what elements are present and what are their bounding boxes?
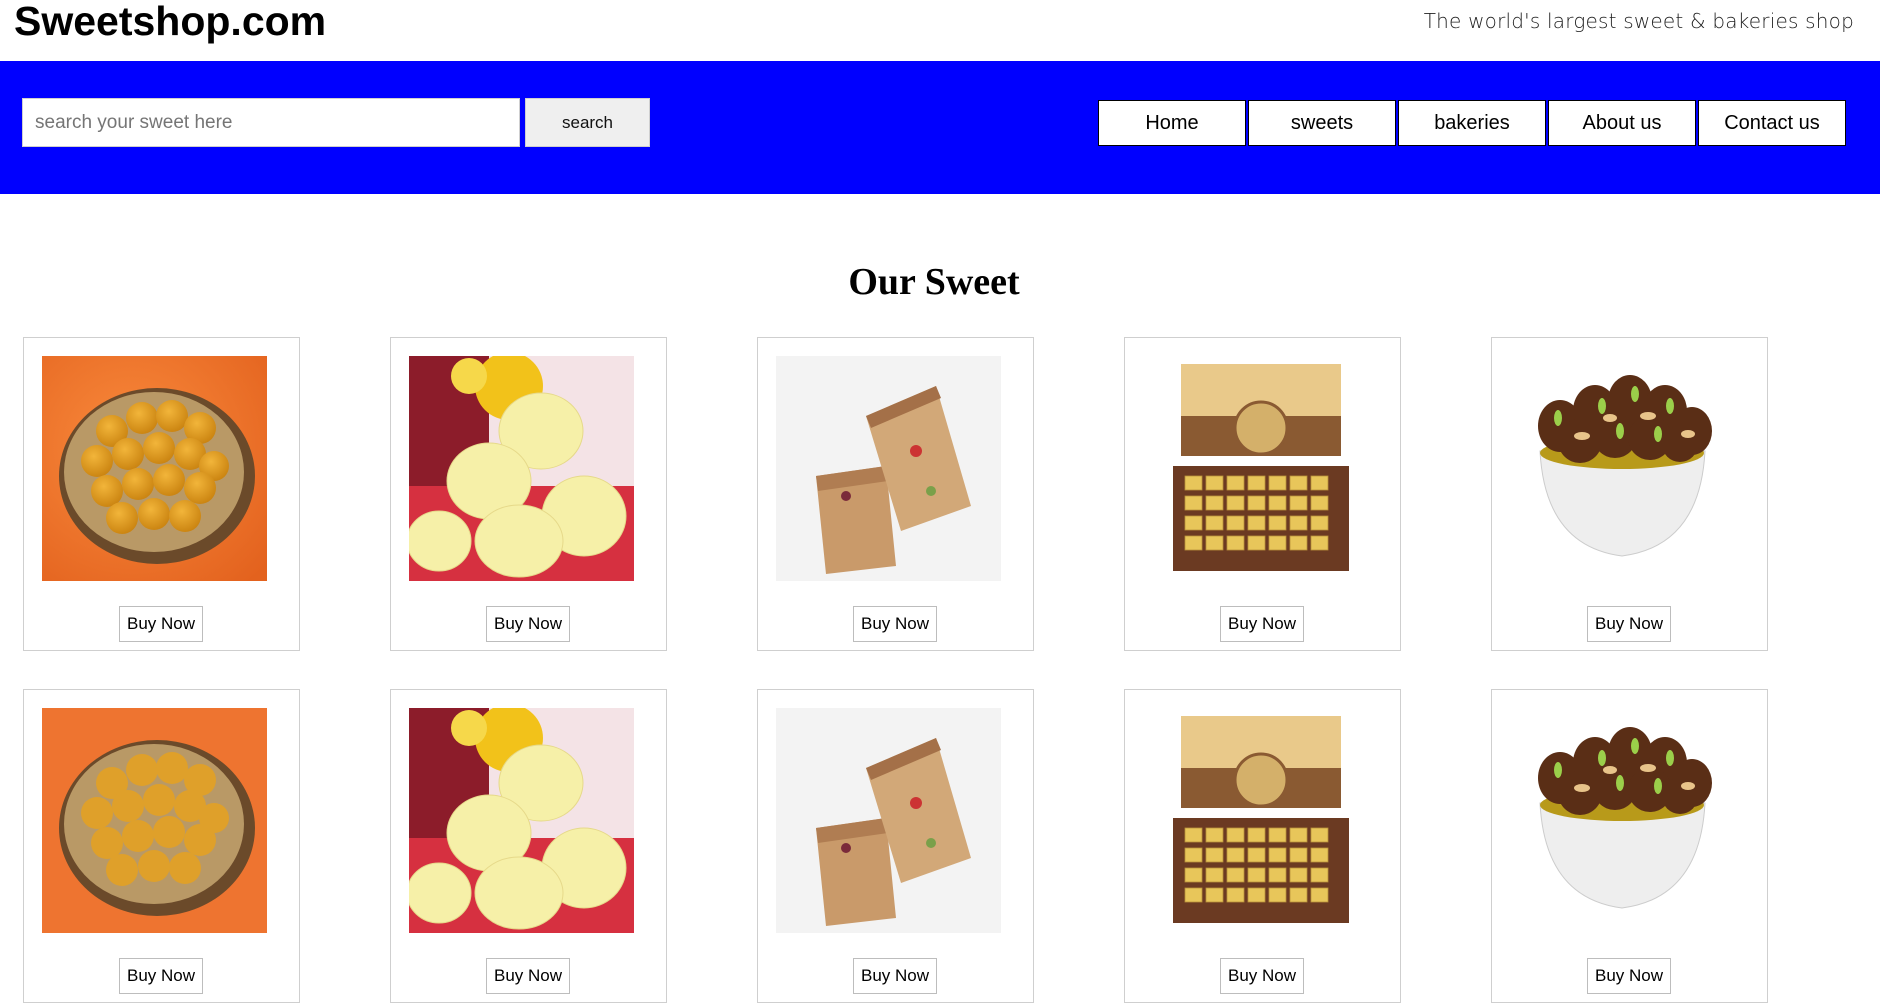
product-image-milk-cake[interactable] [776,708,1001,933]
nav-item-sweets[interactable]: sweets [1248,100,1396,146]
section-title: Our Sweet [848,261,1020,303]
product-card: Buy Now [23,337,300,651]
main-nav: Home sweets bakeries About us Contact us [1098,100,1846,146]
product-card: Buy Now [23,689,300,1003]
site-logo[interactable]: Sweetshop.com [14,0,326,42]
product-card: Buy Now [1124,689,1401,1003]
buy-now-button[interactable]: Buy Now [853,958,937,994]
nav-item-contact-us[interactable]: Contact us [1698,100,1846,146]
product-card: Buy Now [1491,689,1768,1003]
buy-now-button[interactable]: Buy Now [1587,958,1671,994]
nav-item-bakeries[interactable]: bakeries [1398,100,1546,146]
product-image-dry-fruit-bowl[interactable] [1510,356,1735,581]
product-card: Buy Now [757,337,1034,651]
product-image-chocolate-box[interactable] [1143,356,1368,581]
product-image-rasgulla[interactable] [409,356,634,581]
product-card: Buy Now [390,689,667,1003]
buy-now-button[interactable]: Buy Now [119,958,203,994]
buy-now-button[interactable]: Buy Now [853,606,937,642]
nav-item-home[interactable]: Home [1098,100,1246,146]
product-card: Buy Now [1124,337,1401,651]
search-input[interactable] [22,98,520,147]
buy-now-button[interactable]: Buy Now [1220,606,1304,642]
buy-now-button[interactable]: Buy Now [486,958,570,994]
buy-now-button[interactable]: Buy Now [1587,606,1671,642]
site-tagline: The world's largest sweet & bakeries sho… [1423,9,1854,33]
product-image-chocolate-box[interactable] [1143,708,1368,933]
product-card: Buy Now [390,337,667,651]
product-card: Buy Now [757,689,1034,1003]
buy-now-button[interactable]: Buy Now [119,606,203,642]
nav-item-about-us[interactable]: About us [1548,100,1696,146]
product-image-rasgulla[interactable] [409,708,634,933]
top-header: Sweetshop.com The world's largest sweet … [0,0,1880,61]
product-image-laddu[interactable] [42,708,267,933]
buy-now-button[interactable]: Buy Now [1220,958,1304,994]
product-image-milk-cake[interactable] [776,356,1001,581]
product-image-dry-fruit-bowl[interactable] [1510,708,1735,933]
product-card: Buy Now [1491,337,1768,651]
search-button[interactable]: search [525,98,650,147]
buy-now-button[interactable]: Buy Now [486,606,570,642]
product-image-laddu[interactable] [42,356,267,581]
